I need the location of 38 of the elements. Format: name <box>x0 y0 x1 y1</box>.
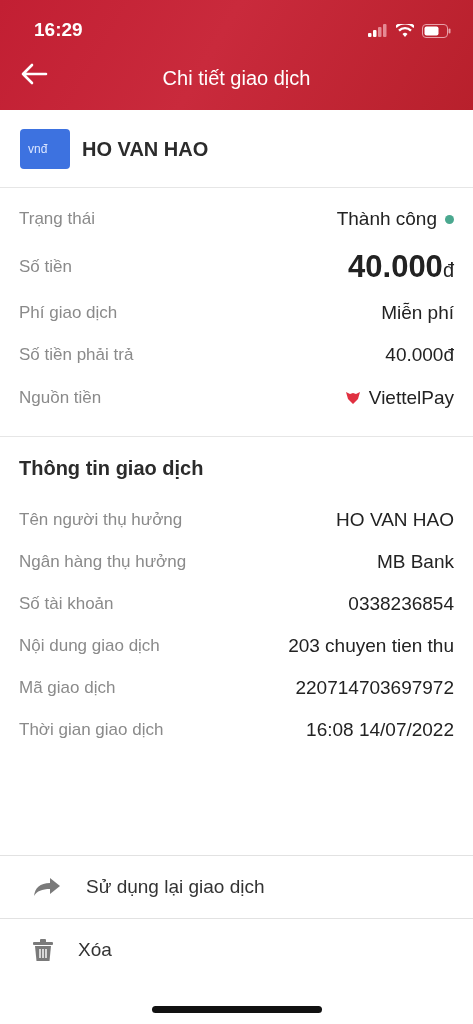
battery-icon <box>422 23 451 38</box>
trash-icon <box>33 939 53 961</box>
field-label: Số tài khoản <box>19 593 114 616</box>
field-value: ViettelPay <box>368 385 454 410</box>
amount-value: 40.000đ <box>348 247 454 286</box>
field-label: Thời gian giao dịch <box>19 719 164 742</box>
field-label: Mã giao dịch <box>19 677 116 700</box>
field-value: 16:08 14/07/2022 <box>306 717 454 742</box>
field-label: Tên người thụ hưởng <box>19 509 183 532</box>
section-title: Thông tin giao dịch <box>18 456 205 481</box>
field-label: Phí giao dịch <box>19 302 118 325</box>
field-label: Nội dung giao dịch <box>19 635 160 658</box>
action-item[interactable]: Sử dụng lại giao dịch <box>0 855 473 918</box>
wallet-icon: vnđ <box>20 128 70 169</box>
field-value: HO VAN HAO <box>336 507 454 532</box>
field-label: Số tiền <box>19 256 72 279</box>
field-label: Trạng thái <box>19 208 95 231</box>
signal-icon <box>368 24 388 37</box>
payee-name: HO VAN HAO <box>82 136 209 162</box>
screen-title: Chi tiết giao dịch <box>162 65 311 91</box>
action-label: Sử dụng lại giao dịch <box>86 874 265 899</box>
field-value: Miễn phí <box>381 300 454 325</box>
back-button[interactable] <box>20 63 48 85</box>
status-time: 16:29 <box>34 18 83 43</box>
field-value: 0338236854 <box>348 591 454 616</box>
wifi-icon <box>396 24 414 37</box>
wallet-logo-icon <box>344 391 361 405</box>
field-label: Số tiền phải trả <box>19 344 134 367</box>
status-value: Thành công <box>336 206 437 231</box>
field-label: Ngân hàng thụ hưởng <box>19 551 187 574</box>
field-value: 203 chuyen tien thu <box>288 633 454 658</box>
field-value: 220714703697972 <box>295 675 454 700</box>
share-arrow-icon <box>33 878 61 896</box>
field-value: 40.000đ <box>385 342 454 367</box>
field-value: MB Bank <box>376 549 454 574</box>
action-label: Xóa <box>78 937 112 962</box>
action-item[interactable]: Xóa <box>0 918 473 981</box>
field-label: Nguồn tiền <box>19 387 102 410</box>
